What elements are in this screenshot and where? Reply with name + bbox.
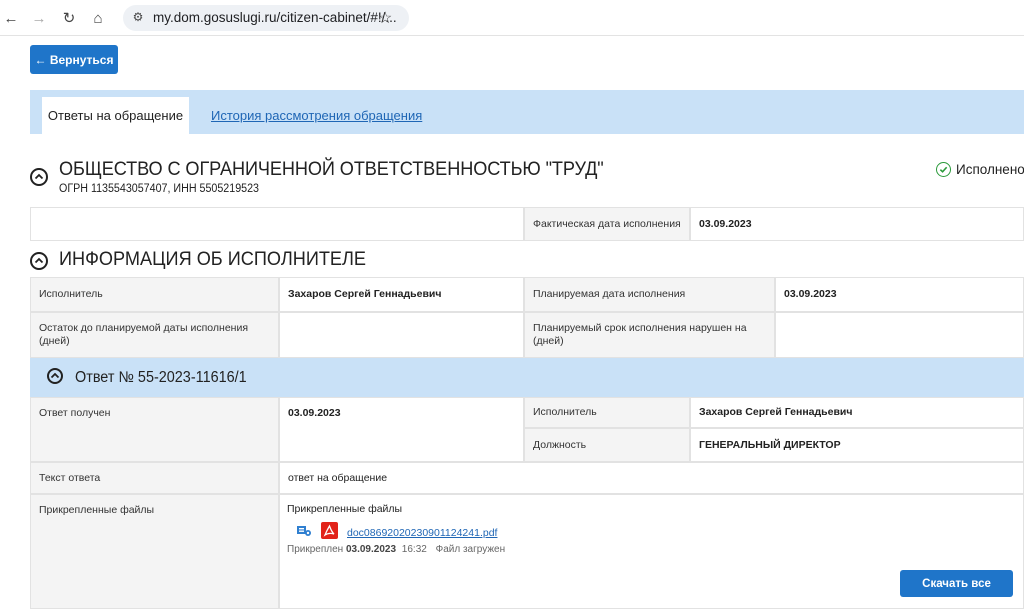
download-all-label: Скачать все	[922, 577, 991, 590]
actual-date-value: 03.09.2023	[690, 207, 1024, 241]
position-label: Должность	[524, 428, 690, 462]
collapse-answer-icon[interactable]	[47, 368, 63, 384]
position-value: ГЕНЕРАЛЬНЫЙ ДИРЕКТОР	[690, 428, 1024, 462]
bookmark-star-icon[interactable]: ☆	[378, 8, 392, 28]
tab-history[interactable]: История рассмотрения обращения	[211, 108, 422, 123]
org-details: ОГРН 1135543057407, ИНН 5505219523	[59, 183, 260, 195]
site-settings-icon[interactable]: ⚙	[130, 9, 146, 25]
back-arrow-icon[interactable]: ←	[2, 9, 20, 27]
pdf-icon[interactable]	[321, 522, 338, 539]
answer-title: Ответ № 55-2023-11616/1	[75, 369, 247, 386]
answer-executor-label: Исполнитель	[524, 397, 690, 428]
violated-days-label: Планируемый срок исполнения нарушен на (…	[524, 312, 775, 358]
answer-text-label: Текст ответа	[30, 462, 279, 494]
download-all-button[interactable]: Скачать все	[900, 570, 1013, 597]
collapse-org-icon[interactable]	[30, 168, 48, 186]
forward-arrow-icon[interactable]: →	[30, 9, 48, 27]
reload-icon[interactable]: ↻	[60, 9, 78, 27]
org-empty-cell	[30, 207, 524, 241]
attached-prefix: Прикреплен	[287, 544, 344, 555]
received-label: Ответ получен	[30, 397, 279, 462]
files-label: Прикрепленные файлы	[30, 494, 279, 609]
home-icon[interactable]: ⌂	[89, 9, 107, 27]
attached-date: 03.09.2023	[345, 544, 397, 555]
org-name: ОБЩЕСТВО С ОГРАНИЧЕННОЙ ОТВЕТСТВЕННОСТЬЮ…	[59, 158, 604, 180]
upload-status: Файл загружен	[435, 544, 506, 555]
violated-days-value	[775, 312, 1024, 358]
attached-info: Прикреплен 03.09.2023 16:32 Файл загруже…	[287, 544, 505, 555]
file-link[interactable]: doc08692020230901124241.pdf	[347, 527, 497, 539]
actual-date-label: Фактическая дата исполнения	[524, 207, 690, 241]
signature-icon[interactable]	[296, 524, 312, 538]
remaining-days-value	[279, 312, 524, 358]
planned-date-value: 03.09.2023	[775, 277, 1024, 312]
executor-section-title: ИНФОРМАЦИЯ ОБ ИСПОЛНИТЕЛЕ	[59, 248, 367, 270]
tab-answers[interactable]: Ответы на обращение	[42, 97, 189, 134]
status-badge: Исполнено	[936, 162, 1024, 177]
address-text[interactable]: my.dom.gosuslugi.ru/citizen-cabinet/#!/.…	[153, 10, 397, 25]
remaining-days-label: Остаток до планируемой даты исполнения (…	[30, 312, 279, 358]
answer-text-value: ответ на обращение	[279, 462, 1024, 494]
received-value: 03.09.2023	[279, 397, 524, 462]
answer-executor-value: Захаров Сергей Геннадьевич	[690, 397, 1024, 428]
files-heading: Прикрепленные файлы	[287, 503, 403, 515]
planned-date-label: Планируемая дата исполнения	[524, 277, 775, 312]
status-text: Исполнено	[956, 162, 1024, 177]
back-button-label: ← Вернуться	[34, 52, 114, 67]
attached-time: 16:32	[401, 544, 427, 555]
executor-value: Захаров Сергей Геннадьевич	[279, 277, 524, 312]
browser-toolbar: ← → ↻ ⌂ ⚙ my.dom.gosuslugi.ru/citizen-ca…	[0, 0, 1024, 36]
back-button[interactable]: ← Вернуться	[30, 45, 118, 74]
executor-label: Исполнитель	[30, 277, 279, 312]
check-circle-icon	[936, 162, 951, 177]
collapse-executor-icon[interactable]	[30, 252, 48, 270]
